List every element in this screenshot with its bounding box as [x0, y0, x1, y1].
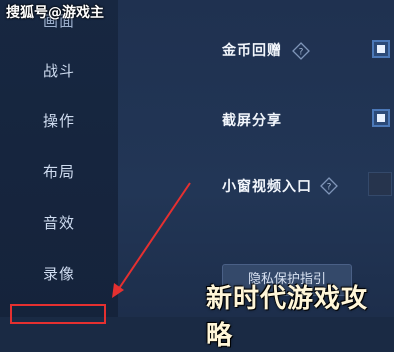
highlight-box	[10, 304, 106, 324]
watermark: 搜狐号@游戏主	[6, 5, 104, 21]
annotation-arrow	[112, 182, 191, 298]
overlay-title: 新时代游戏攻略	[206, 284, 369, 351]
